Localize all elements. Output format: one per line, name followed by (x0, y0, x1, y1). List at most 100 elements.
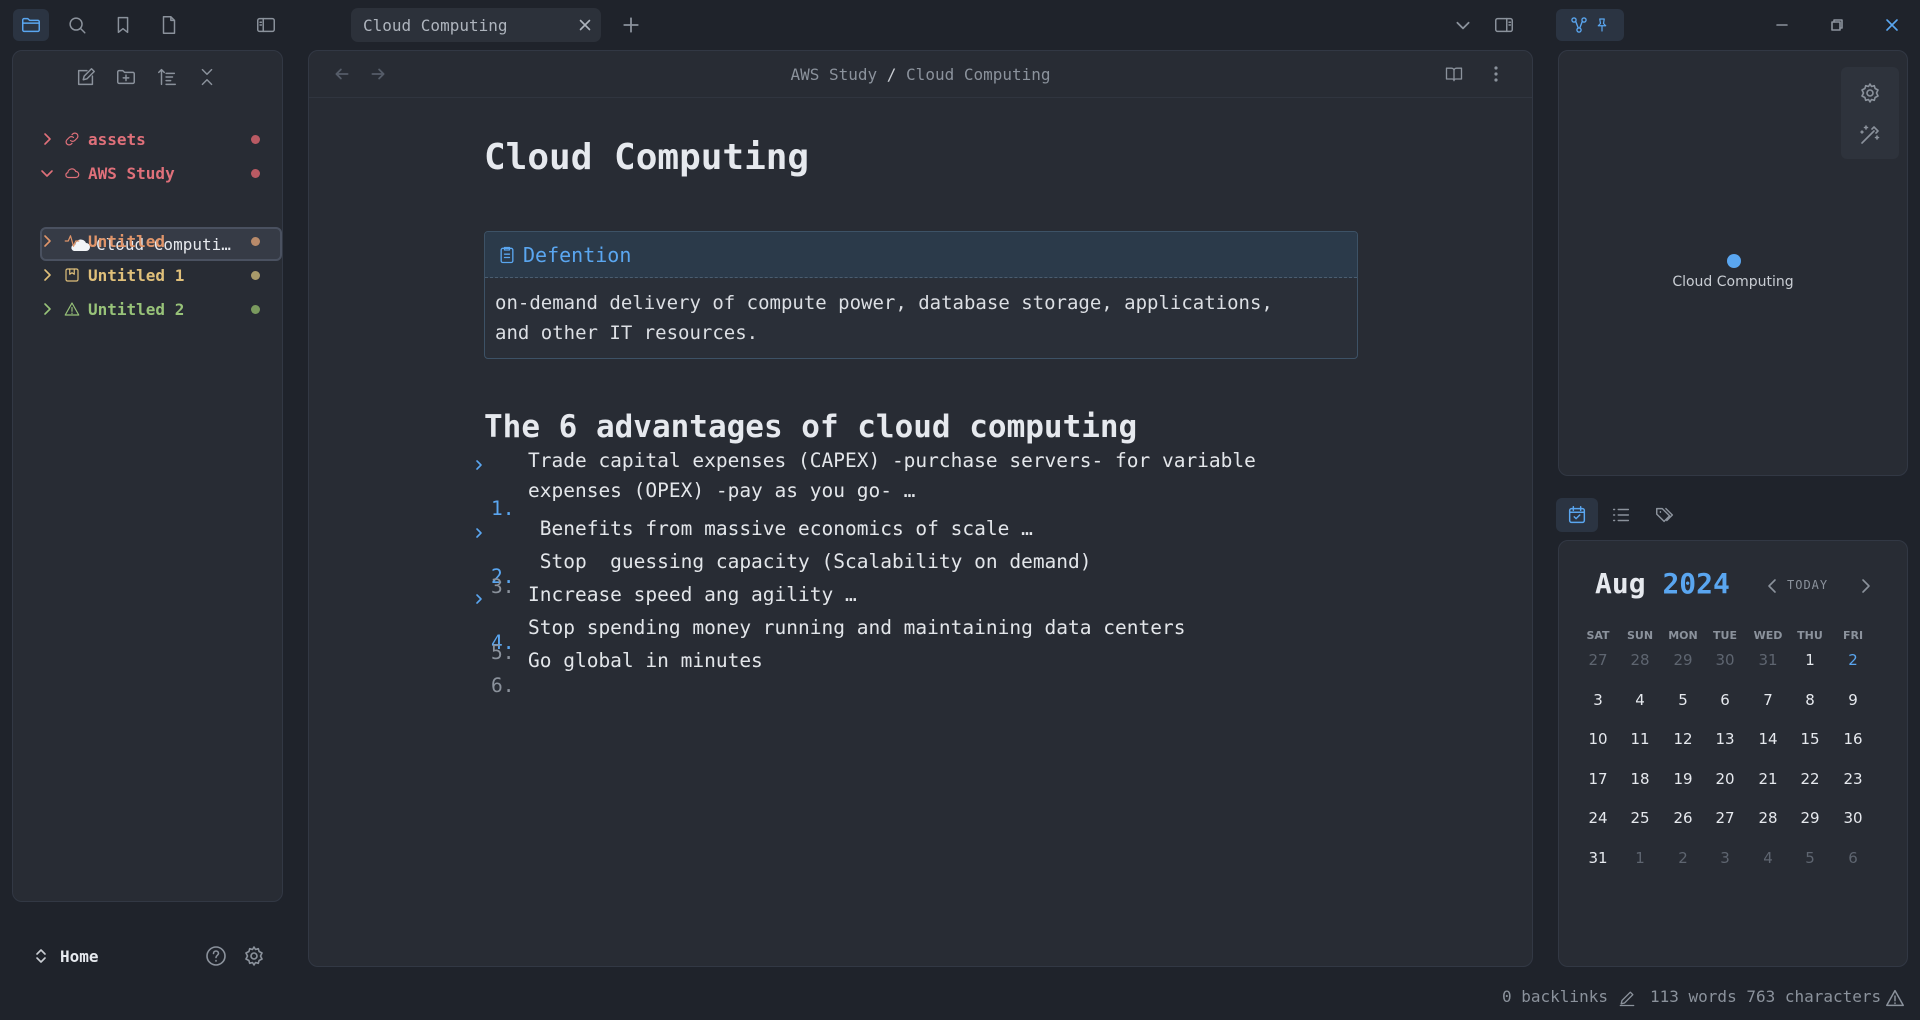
search-button[interactable] (59, 9, 95, 41)
folder-untitled-1[interactable]: Untitled 1 (27, 259, 270, 291)
backlinks-count[interactable]: 0 backlinks (1502, 987, 1608, 1006)
next-month-icon[interactable] (1859, 577, 1873, 595)
calendar-day[interactable]: 28 (1747, 809, 1789, 827)
fold-chevron-icon[interactable] (472, 526, 486, 540)
calendar-day[interactable]: 31 (1747, 651, 1789, 669)
calendar-day[interactable]: 29 (1789, 809, 1831, 827)
folder-label: Untitled 2 (88, 299, 185, 319)
toggle-right-sidebar-button[interactable] (1486, 9, 1522, 41)
chevron-right-icon (44, 235, 51, 247)
calendar-day[interactable]: 4 (1619, 691, 1661, 709)
calendar-day[interactable]: 10 (1577, 730, 1619, 748)
section-heading[interactable]: The 6 advantages of cloud computing (484, 409, 1137, 445)
calendar-day[interactable]: 29 (1662, 651, 1704, 669)
list-number: 6. (491, 674, 515, 697)
collapse-all-icon[interactable] (196, 66, 218, 88)
page-title[interactable]: Cloud Computing (484, 137, 809, 178)
calendar-day[interactable]: 25 (1619, 809, 1661, 827)
new-folder-icon[interactable] (115, 66, 137, 88)
calendar-day[interactable]: 11 (1619, 730, 1661, 748)
calendar-day[interactable]: 22 (1789, 770, 1831, 788)
sort-icon[interactable] (156, 66, 178, 88)
calendar-day[interactable]: 28 (1619, 651, 1661, 669)
calendar-day[interactable]: 3 (1577, 691, 1619, 709)
folder-untitled[interactable]: Untitled (27, 225, 270, 257)
help-icon[interactable] (204, 944, 228, 968)
calendar-day[interactable]: 2 (1832, 651, 1874, 669)
close-window-button[interactable] (1874, 9, 1910, 41)
settings-icon[interactable] (242, 944, 266, 968)
calendar-day[interactable]: 20 (1704, 770, 1746, 788)
breadcrumb-folder[interactable]: AWS Study (790, 65, 877, 84)
edit-mode-icon[interactable] (1617, 988, 1637, 1008)
file-explorer-button[interactable] (13, 9, 49, 41)
fold-chevron-icon[interactable] (472, 458, 486, 472)
reading-view-icon[interactable] (1443, 64, 1465, 84)
folder-assets[interactable]: assets (27, 123, 270, 155)
calendar-day[interactable]: 26 (1662, 809, 1704, 827)
restore-button[interactable] (1819, 9, 1855, 41)
fold-chevron-icon[interactable] (472, 592, 486, 606)
calendar-day[interactable]: 31 (1577, 849, 1619, 867)
calendar-day[interactable]: 14 (1747, 730, 1789, 748)
tab-tags[interactable] (1644, 498, 1686, 532)
graph-settings-icon[interactable] (1858, 81, 1882, 105)
calendar-day[interactable]: 23 (1832, 770, 1874, 788)
calendar-day[interactable]: 27 (1704, 809, 1746, 827)
bookmarks-button[interactable] (105, 9, 141, 41)
close-icon[interactable] (577, 17, 593, 33)
right-sidebar-tabs (1556, 498, 1756, 532)
more-options-icon[interactable] (1491, 64, 1501, 84)
toggle-left-sidebar-button[interactable] (248, 9, 284, 41)
warning-icon[interactable] (1884, 987, 1906, 1009)
folder-untitled-2[interactable]: Untitled 2 (27, 293, 270, 325)
calendar-day[interactable]: 16 (1832, 730, 1874, 748)
day-of-week-label: FRI (1842, 629, 1864, 642)
calendar-day[interactable]: 18 (1619, 770, 1661, 788)
callout-title: Defention (523, 242, 632, 267)
new-tab-button[interactable] (613, 9, 649, 41)
calendar-day[interactable]: 30 (1704, 651, 1746, 669)
calendar-day[interactable]: 7 (1747, 691, 1789, 709)
minimize-button[interactable] (1764, 9, 1800, 41)
calendar-day[interactable]: 19 (1662, 770, 1704, 788)
list-item[interactable]: 6. Go global in minutes (472, 649, 763, 743)
tab-list-button[interactable] (1445, 9, 1481, 41)
graph-view-tab[interactable] (1556, 9, 1624, 41)
definition-callout[interactable]: Defention on-demand delivery of compute … (484, 231, 1358, 359)
calendar-day[interactable]: 3 (1704, 849, 1746, 867)
calendar-day[interactable]: 30 (1832, 809, 1874, 827)
calendar-day[interactable]: 27 (1577, 651, 1619, 669)
graph-node[interactable] (1727, 254, 1741, 268)
calendar-day[interactable]: 1 (1619, 849, 1661, 867)
vault-switcher[interactable]: Home (34, 944, 99, 968)
calendar-day[interactable]: 15 (1789, 730, 1831, 748)
tab-outline[interactable] (1600, 498, 1642, 532)
calendar-day[interactable]: 1 (1789, 651, 1831, 669)
today-button[interactable]: TODAY (1787, 578, 1828, 592)
word-character-count: 113 words 763 characters (1650, 987, 1882, 1006)
calendar-day[interactable]: 8 (1789, 691, 1831, 709)
calendar-day[interactable]: 9 (1832, 691, 1874, 709)
calendar-day[interactable]: 5 (1789, 849, 1831, 867)
calendar-day[interactable]: 6 (1704, 691, 1746, 709)
calendar-day[interactable]: 2 (1662, 849, 1704, 867)
files-button[interactable] (151, 9, 187, 41)
previous-month-icon[interactable] (1765, 577, 1779, 595)
calendar-day[interactable]: 4 (1747, 849, 1789, 867)
calendar-day[interactable]: 21 (1747, 770, 1789, 788)
tab-cloud-computing[interactable]: Cloud Computing (351, 8, 601, 42)
calendar-day[interactable]: 5 (1662, 691, 1704, 709)
magic-wand-icon[interactable] (1858, 123, 1882, 147)
calendar-day[interactable]: 6 (1832, 849, 1874, 867)
cloud-icon (65, 168, 80, 179)
new-note-icon[interactable] (75, 66, 97, 88)
calendar-day[interactable]: 24 (1577, 809, 1619, 827)
calendar-day[interactable]: 13 (1704, 730, 1746, 748)
breadcrumb-file[interactable]: Cloud Computing (906, 65, 1051, 84)
calendar-day[interactable]: 17 (1577, 770, 1619, 788)
calendar-day[interactable]: 12 (1662, 730, 1704, 748)
local-graph-panel[interactable]: Cloud Computing (1558, 50, 1908, 476)
folder-aws-study[interactable]: AWS Study (27, 157, 270, 189)
tab-calendar[interactable] (1556, 498, 1598, 532)
